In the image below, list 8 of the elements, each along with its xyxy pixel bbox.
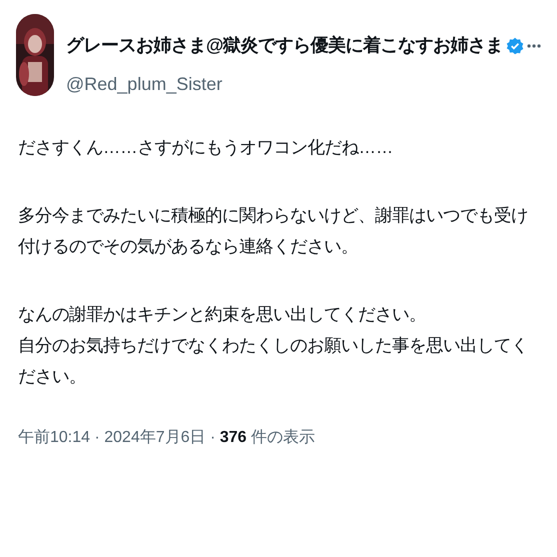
tweet-meta: 午前10:14 · 2024年7月6日 · 376 件の表示: [17, 428, 316, 448]
tweet-text: 自分のお気持ちだけでなくわたくしのお願いした事を思い出してください。: [18, 334, 529, 388]
author-handle[interactable]: @Red_plum_Sister: [66, 71, 222, 98]
tweet-text: なんの謝罪かはキチンと約束を思い出してください。: [18, 303, 427, 326]
tweet-text: 多分今までみたいに積極的に関わらないけど、謝罪はいつでも受け付けるのでその気があるなら連絡ください。: [18, 204, 529, 258]
tweet-text: ださすくん……さすがにもうオワコン化だね……: [18, 136, 394, 159]
more-icon[interactable]: [527, 44, 541, 48]
author-name[interactable]: グレースお姉さま@獄炎ですら優美に着こなすお姉さま: [66, 32, 504, 59]
